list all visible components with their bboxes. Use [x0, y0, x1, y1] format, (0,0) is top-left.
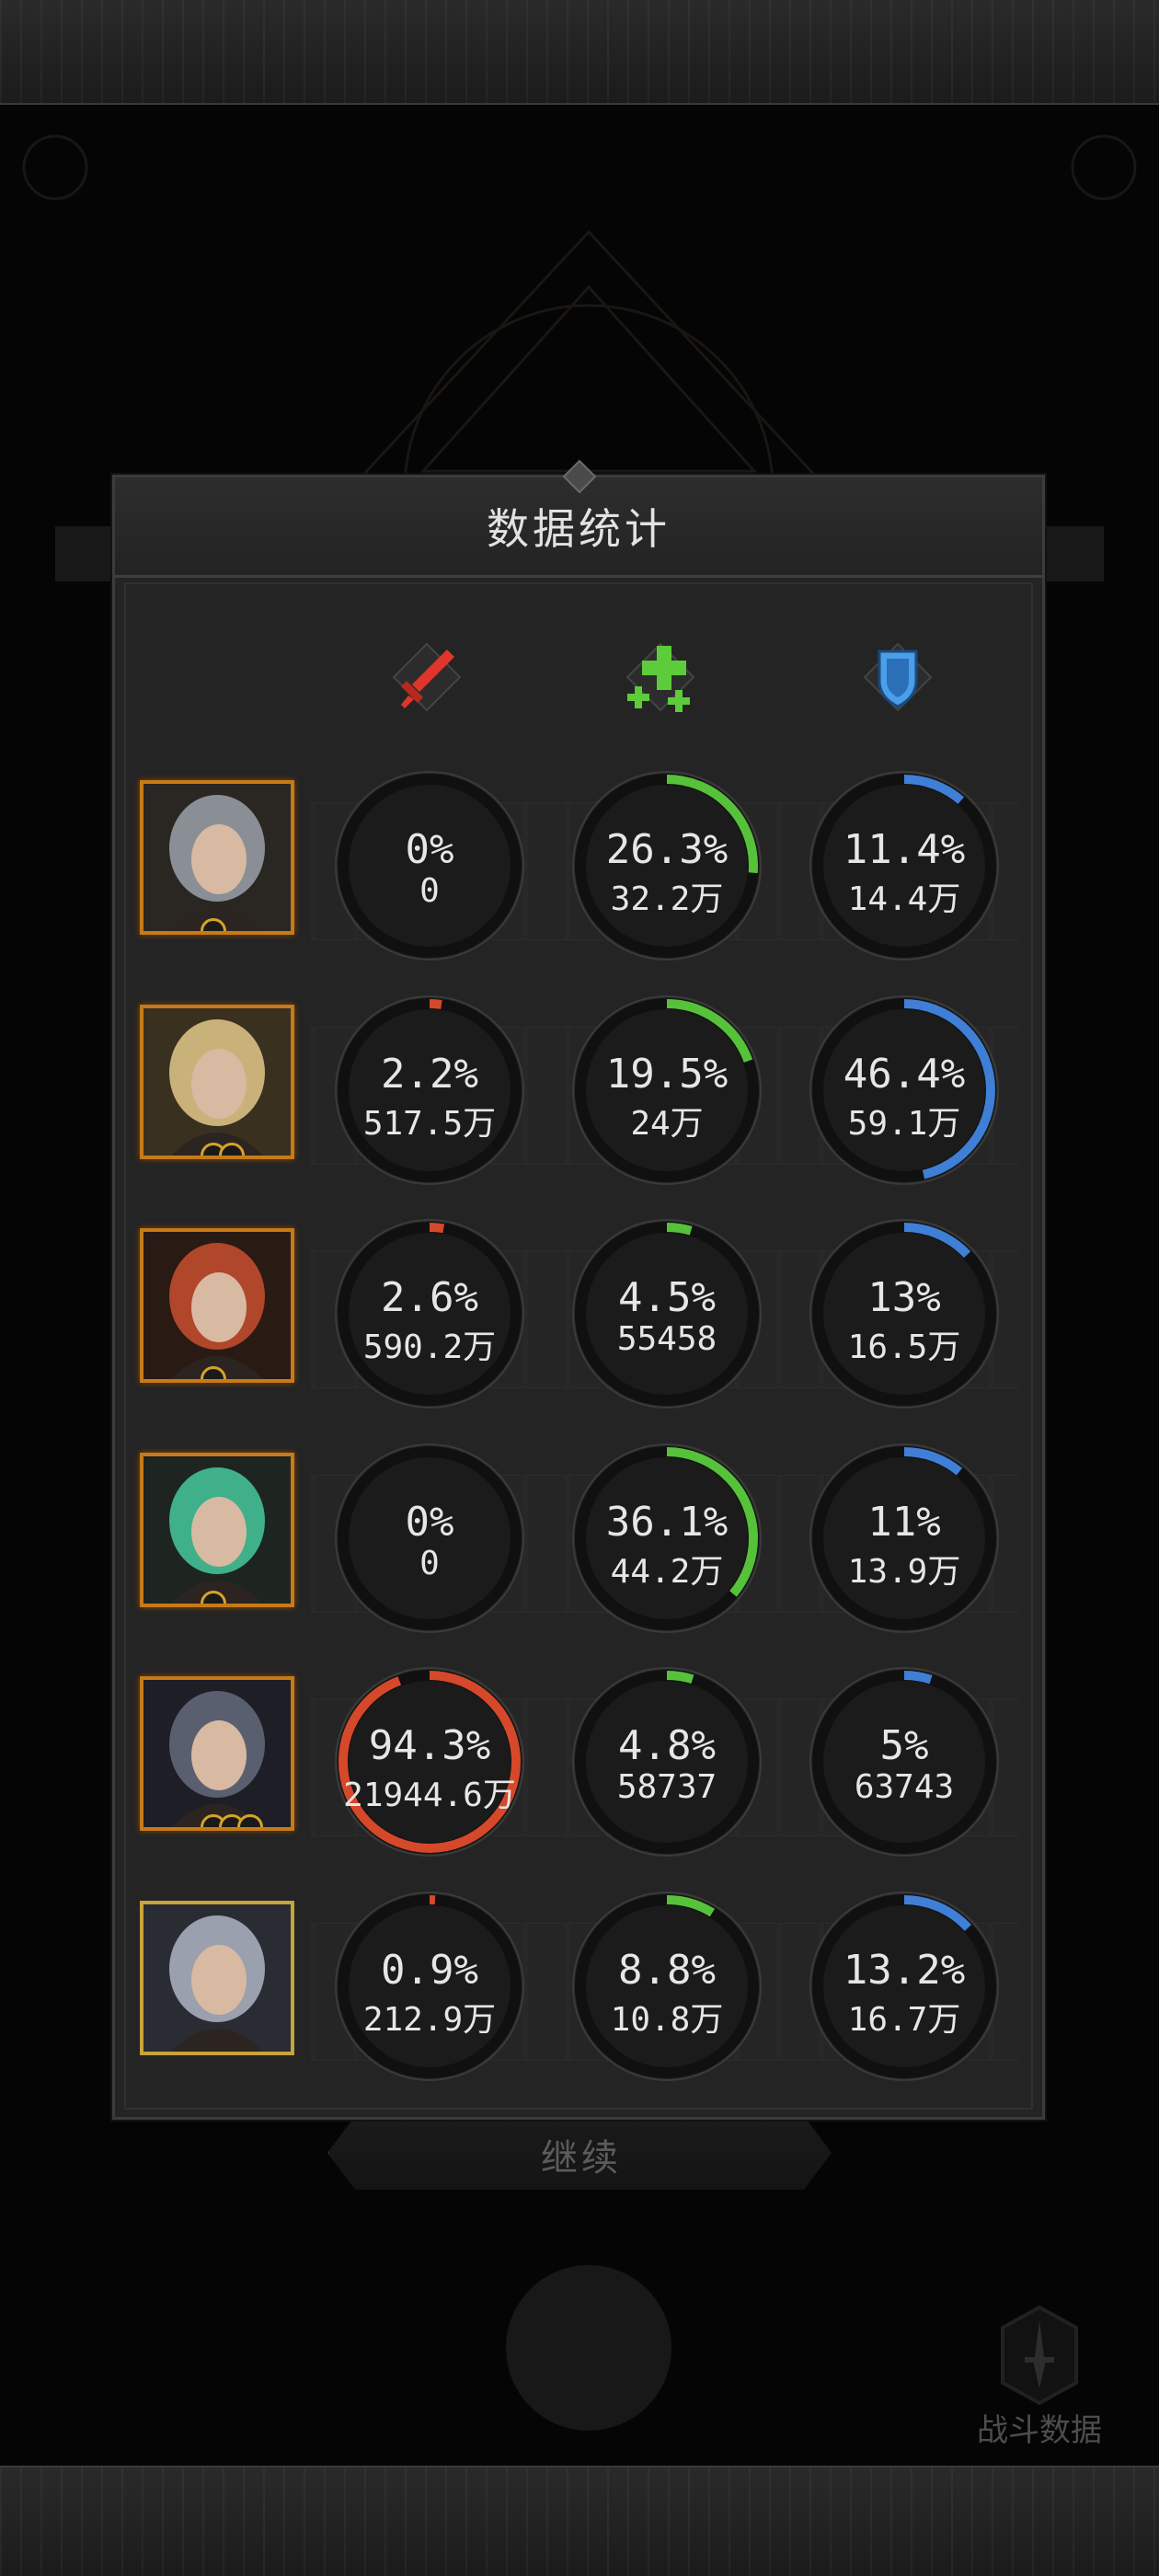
damage-stat-ring: 0% 0 [333, 1442, 526, 1635]
shield-amount: 63743 [854, 1768, 955, 1806]
top-ornament-bar [0, 0, 1159, 105]
shield-amount: 16.7万 [847, 2001, 961, 2039]
shield-stat-ring: 13.2% 16.7万 [808, 1890, 1001, 2083]
heal-stat-ring: 26.3% 32.2万 [570, 769, 763, 962]
shield-amount: 13.9万 [847, 1553, 961, 1591]
continue-label: 继续 [541, 2137, 622, 2179]
heal-percent: 4.8% [618, 1722, 716, 1769]
damage-stat-ring: 2.2% 517.5万 [333, 994, 526, 1187]
shield-percent: 13% [867, 1274, 941, 1321]
heal-cross-icon [625, 642, 695, 712]
shield-stat-ring: 5% 63743 [808, 1665, 1001, 1858]
heal-amount: 24万 [630, 1105, 704, 1143]
damage-sword-icon [392, 642, 462, 712]
damage-percent: 0% [405, 1499, 454, 1546]
shield-stat-ring: 13% 16.5万 [808, 1217, 1001, 1410]
damage-percent: 0% [405, 826, 454, 873]
heal-amount: 55458 [616, 1320, 717, 1358]
hero-1-portrait[interactable] [140, 780, 294, 935]
heal-amount: 32.2万 [610, 880, 724, 918]
shield-stat-ring: 11% 13.9万 [808, 1442, 1001, 1635]
hero-3-portrait[interactable] [140, 1228, 294, 1383]
heal-stat-ring: 8.8% 10.8万 [570, 1890, 763, 2083]
damage-amount: 0 [419, 872, 440, 910]
heal-stat-ring: 19.5% 24万 [570, 994, 763, 1187]
damage-percent: 2.2% [381, 1051, 478, 1098]
shield-amount: 14.4万 [847, 880, 961, 918]
screen: 继续 战斗数据 数据统计 0% 0 26.3% 32.2万 11.4% 14.4… [0, 0, 1159, 2576]
damage-percent: 2.6% [381, 1274, 478, 1321]
hero-row: 0% 0 36.1% 44.2万 11% 13.9万 [140, 1443, 1021, 1646]
hero-row: 2.2% 517.5万 19.5% 24万 46.4% 59.1万 [140, 995, 1021, 1198]
shield-amount: 16.5万 [847, 1328, 961, 1366]
heal-amount: 58737 [616, 1768, 717, 1806]
shield-percent: 11.4% [843, 826, 966, 873]
damage-stat-ring: 0.9% 212.9万 [333, 1890, 526, 2083]
damage-stat-ring: 94.3% 21944.6万 [333, 1665, 526, 1858]
damage-amount: 590.2万 [362, 1328, 497, 1366]
shield-stat-ring: 46.4% 59.1万 [808, 994, 1001, 1187]
panel-title: 数据统计 [487, 504, 671, 554]
shield-percent: 13.2% [843, 1947, 966, 1994]
star-rank [201, 1366, 226, 1379]
hero-2-portrait[interactable] [140, 1005, 294, 1159]
heal-percent: 26.3% [605, 826, 729, 873]
shield-amount: 59.1万 [847, 1105, 961, 1143]
damage-amount: 0 [419, 1545, 440, 1582]
star-rank [201, 918, 226, 931]
heal-stat-ring: 4.5% 55458 [570, 1217, 763, 1410]
hero-row: 2.6% 590.2万 4.5% 55458 13% 16.5万 [140, 1219, 1021, 1421]
hero-row: 94.3% 21944.6万 4.8% 58737 5% 63743 [140, 1667, 1021, 1869]
shield-percent: 5% [879, 1722, 929, 1769]
battle-data-label: 战斗数据 [977, 2412, 1102, 2449]
damage-percent: 0.9% [381, 1947, 478, 1994]
heal-percent: 4.5% [618, 1274, 716, 1321]
continue-button[interactable]: 继续 [327, 2116, 832, 2190]
heal-stat-ring: 36.1% 44.2万 [570, 1442, 763, 1635]
hero-row: 0.9% 212.9万 8.8% 10.8万 13.2% 16.7万 [140, 1892, 1021, 2094]
star-rank [201, 1591, 226, 1604]
shield-stat-ring: 11.4% 14.4万 [808, 769, 1001, 962]
heal-percent: 19.5% [605, 1051, 729, 1098]
heal-stat-ring: 4.8% 58737 [570, 1665, 763, 1858]
panel-header: 数据统计 [115, 459, 1042, 578]
bottom-ornament-bar [0, 2466, 1159, 2576]
heal-amount: 10.8万 [610, 2001, 724, 2039]
damage-amount: 212.9万 [362, 2001, 497, 2039]
damage-amount: 517.5万 [362, 1105, 497, 1143]
shield-percent: 46.4% [843, 1051, 966, 1098]
damage-amount: 21944.6万 [343, 1777, 516, 1814]
battle-data-icon [1001, 2305, 1078, 2406]
hero-row: 0% 0 26.3% 32.2万 11.4% 14.4万 [140, 771, 1021, 973]
damage-stat-ring: 0% 0 [333, 769, 526, 962]
damage-stat-ring: 2.6% 590.2万 [333, 1217, 526, 1410]
heal-amount: 44.2万 [610, 1553, 724, 1591]
hero-5-portrait[interactable] [140, 1676, 294, 1831]
battle-data-button[interactable]: 战斗数据 [957, 2300, 1122, 2449]
star-rank [201, 1814, 263, 1827]
heal-percent: 8.8% [618, 1947, 716, 1994]
damage-percent: 94.3% [368, 1722, 491, 1769]
hero-4-portrait[interactable] [140, 1453, 294, 1607]
shield-icon [863, 642, 933, 712]
star-rank [201, 1143, 245, 1156]
shield-percent: 11% [867, 1499, 941, 1546]
heal-percent: 36.1% [605, 1499, 729, 1546]
hero-6-portrait[interactable] [140, 1901, 294, 2055]
